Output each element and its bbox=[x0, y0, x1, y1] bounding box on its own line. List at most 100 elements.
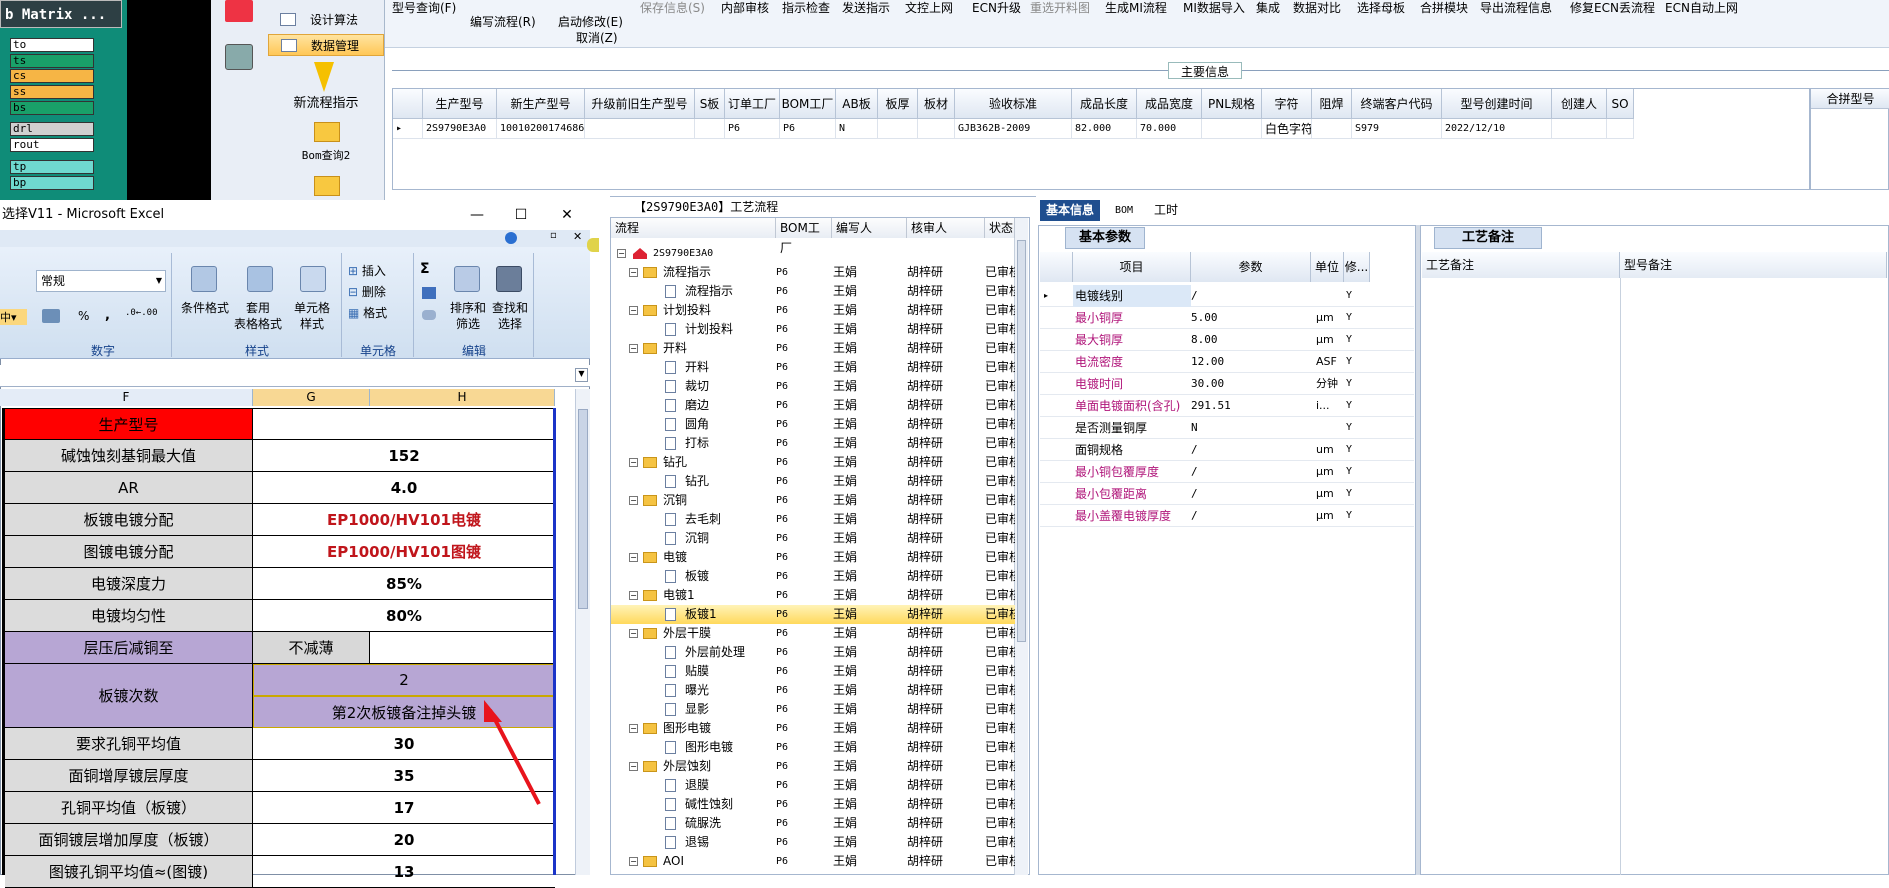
expand-formula-icon[interactable]: ▼ bbox=[575, 368, 588, 382]
param-row[interactable]: ▸ 电镀线别 / Y bbox=[1040, 285, 1414, 307]
excel-field-cell[interactable]: 面铜镀层增加厚度（板镀） bbox=[5, 824, 253, 855]
grid-cell[interactable] bbox=[1552, 119, 1607, 139]
grid-cell[interactable]: 70.000 bbox=[1137, 119, 1202, 139]
toolbar-button[interactable]: 重选开料图 bbox=[1030, 0, 1090, 16]
excel-field-cell[interactable]: 电镀均匀性 bbox=[5, 600, 253, 631]
tree-column-header[interactable]: 核审人 bbox=[907, 218, 985, 238]
grid-column-header[interactable]: 终端客户代码 bbox=[1352, 89, 1442, 119]
grid-cell[interactable]: 82.000 bbox=[1072, 119, 1137, 139]
help-icon[interactable] bbox=[505, 232, 517, 244]
excel-value-cell[interactable]: 85% bbox=[253, 568, 555, 599]
toolbar-button[interactable]: 生成MI流程 bbox=[1105, 0, 1167, 16]
tree-row[interactable]: 去毛刺 P6 王娟 胡梓研 已审核 bbox=[611, 510, 1015, 529]
grid-cell[interactable]: GJB362B-2009 bbox=[955, 119, 1072, 139]
toolbar-button[interactable]: 启动修改(E) bbox=[558, 14, 623, 30]
collapse-icon[interactable]: − bbox=[617, 249, 626, 258]
param-column-header[interactable]: 单位 bbox=[1311, 252, 1344, 282]
param-value[interactable]: / bbox=[1191, 285, 1311, 307]
grid-cell[interactable]: 2022/12/10 bbox=[1442, 119, 1552, 139]
grid-column-header[interactable]: 字符 bbox=[1262, 89, 1312, 119]
tree-column-header[interactable]: 编写人 bbox=[832, 218, 907, 238]
matrix-item[interactable]: rout bbox=[10, 138, 94, 152]
toolbar-button[interactable]: MI数据导入 bbox=[1183, 0, 1245, 16]
tree-row[interactable]: − 计划投料 P6 王娟 胡梓研 已审核 bbox=[611, 301, 1015, 320]
grid-column-header[interactable]: 新生产型号 bbox=[497, 89, 585, 119]
tree-row[interactable]: − 外层干膜 P6 王娟 胡梓研 已审核 bbox=[611, 624, 1015, 643]
tree-column-header[interactable]: 流程 bbox=[611, 218, 776, 238]
grid-column-header[interactable]: PNL规格 bbox=[1202, 89, 1262, 119]
collapse-icon[interactable]: − bbox=[629, 458, 638, 467]
grid-cell[interactable]: N bbox=[836, 119, 878, 139]
tab-bom[interactable]: BOM bbox=[1108, 200, 1140, 221]
tree-row[interactable]: 磨边 P6 王娟 胡梓研 已审核 bbox=[611, 396, 1015, 415]
param-row[interactable]: 最小铜厚 5.00 μm Y bbox=[1040, 307, 1414, 329]
toolbar-button[interactable]: 编写流程(R) bbox=[470, 14, 536, 30]
excel-value-cell[interactable]: 不减薄 bbox=[253, 632, 370, 663]
tree-row[interactable]: 沉铜 P6 王娟 胡梓研 已审核 bbox=[611, 529, 1015, 548]
param-row[interactable]: 电流密度 12.00 ASF Y bbox=[1040, 351, 1414, 373]
clear-icon[interactable] bbox=[422, 310, 436, 320]
param-value[interactable]: 291.51 bbox=[1191, 395, 1311, 417]
grid-cell[interactable] bbox=[695, 119, 725, 139]
column-header-f[interactable]: F bbox=[0, 389, 253, 406]
excel-field-cell[interactable]: 板镀次数 bbox=[5, 664, 253, 727]
tree-row[interactable]: − 图形电镀 P6 王娟 胡梓研 已审核 bbox=[611, 719, 1015, 738]
excel-value-cell[interactable] bbox=[253, 409, 555, 439]
tree-row[interactable]: − 流程指示 P6 王娟 胡梓研 已审核 bbox=[611, 263, 1015, 282]
grid-cell[interactable] bbox=[1607, 119, 1634, 139]
fill-icon[interactable] bbox=[422, 287, 436, 299]
param-row[interactable]: 最小盖覆电镀厚度 / μm Y bbox=[1040, 505, 1414, 527]
tree-row[interactable]: 板镀1 P6 王娟 胡梓研 已审核 bbox=[611, 605, 1015, 624]
collapse-icon[interactable]: − bbox=[629, 268, 638, 277]
excel-value-cell[interactable]: 152 bbox=[253, 440, 555, 471]
param-column-header[interactable]: 项目 bbox=[1073, 252, 1191, 282]
nav-item-design-algorithm[interactable]: 设计算法 bbox=[268, 10, 384, 30]
collapse-icon[interactable]: − bbox=[629, 762, 638, 771]
tree-row[interactable]: − 电镀1 P6 王娟 胡梓研 已审核 bbox=[611, 586, 1015, 605]
merge-center-button[interactable]: 中▾ bbox=[0, 309, 27, 325]
tree-row[interactable]: − 外层蚀刻 P6 王娟 胡梓研 已审核 bbox=[611, 757, 1015, 776]
grid-cell[interactable] bbox=[585, 119, 695, 139]
toolbar-button[interactable]: 合拼模块 bbox=[1420, 0, 1468, 16]
grid-column-header[interactable]: AB板 bbox=[836, 89, 878, 119]
grid-cell[interactable]: S979 bbox=[1352, 119, 1442, 139]
toolbar-button[interactable]: 数据对比 bbox=[1293, 0, 1341, 16]
restore-button[interactable]: ▫ bbox=[550, 230, 557, 241]
tree-row[interactable]: 外层前处理 P6 王娟 胡梓研 已审核 bbox=[611, 643, 1015, 662]
tree-row[interactable]: 板镀 P6 王娟 胡梓研 已审核 bbox=[611, 567, 1015, 586]
param-column-header[interactable]: 参数 bbox=[1191, 252, 1311, 282]
tree-column-header[interactable]: BOM工厂 bbox=[776, 218, 832, 255]
param-value[interactable]: / bbox=[1191, 461, 1311, 483]
close-button[interactable]: ✕ bbox=[557, 207, 577, 223]
toolbar-button[interactable]: 型号查询(F) bbox=[392, 0, 456, 16]
collapse-icon[interactable]: − bbox=[629, 553, 638, 562]
grid-cell[interactable] bbox=[918, 119, 955, 139]
tree-row[interactable]: 计划投料 P6 王娟 胡梓研 已审核 bbox=[611, 320, 1015, 339]
toolbar-button[interactable]: 文控上网 bbox=[905, 0, 953, 16]
delete-button[interactable]: ⊟ 删除 bbox=[348, 284, 410, 300]
excel-value-cell[interactable]: 4.0 bbox=[253, 472, 555, 503]
tree-row[interactable]: 圆角 P6 王娟 胡梓研 已审核 bbox=[611, 415, 1015, 434]
toolbar-button[interactable]: 修复ECN丢流程 bbox=[1570, 0, 1655, 16]
grid-cell[interactable]: P6 bbox=[725, 119, 780, 139]
tree-row[interactable]: 硫脲洗 P6 王娟 胡梓研 已审核 bbox=[611, 814, 1015, 833]
param-value[interactable]: / bbox=[1191, 483, 1311, 505]
collapse-icon[interactable]: − bbox=[629, 629, 638, 638]
matrix-item[interactable]: to bbox=[10, 38, 94, 52]
excel-field-cell[interactable]: 电镀深度力 bbox=[5, 568, 253, 599]
conditional-format-button[interactable]: 条件格式 bbox=[175, 300, 235, 316]
tree-row[interactable]: 开料 P6 王娟 胡梓研 已审核 bbox=[611, 358, 1015, 377]
tree-row[interactable]: − 电镀 P6 王娟 胡梓研 已审核 bbox=[611, 548, 1015, 567]
new-flow-button[interactable]: 新流程指示 bbox=[268, 62, 384, 112]
param-row[interactable]: 是否测量铜厚 N Y bbox=[1040, 417, 1414, 439]
tree-row[interactable]: 退锡 P6 王娟 胡梓研 已审核 bbox=[611, 833, 1015, 852]
grid-column-header[interactable]: SO bbox=[1607, 89, 1634, 119]
column-header-h[interactable]: H bbox=[370, 389, 555, 406]
collapse-icon[interactable]: − bbox=[629, 724, 638, 733]
excel-value-cell[interactable]: EP1000/HV101电镀 bbox=[253, 504, 555, 535]
grid-column-header[interactable]: 验收标准 bbox=[955, 89, 1072, 119]
excel-field-cell[interactable]: AR bbox=[5, 472, 253, 503]
grid-cell[interactable]: 2S9790E3A0 bbox=[423, 119, 497, 139]
tree-row[interactable]: − AOI P6 王娟 胡梓研 已审核 bbox=[611, 852, 1015, 871]
grid-cell[interactable]: 10010200174686 bbox=[497, 119, 585, 139]
